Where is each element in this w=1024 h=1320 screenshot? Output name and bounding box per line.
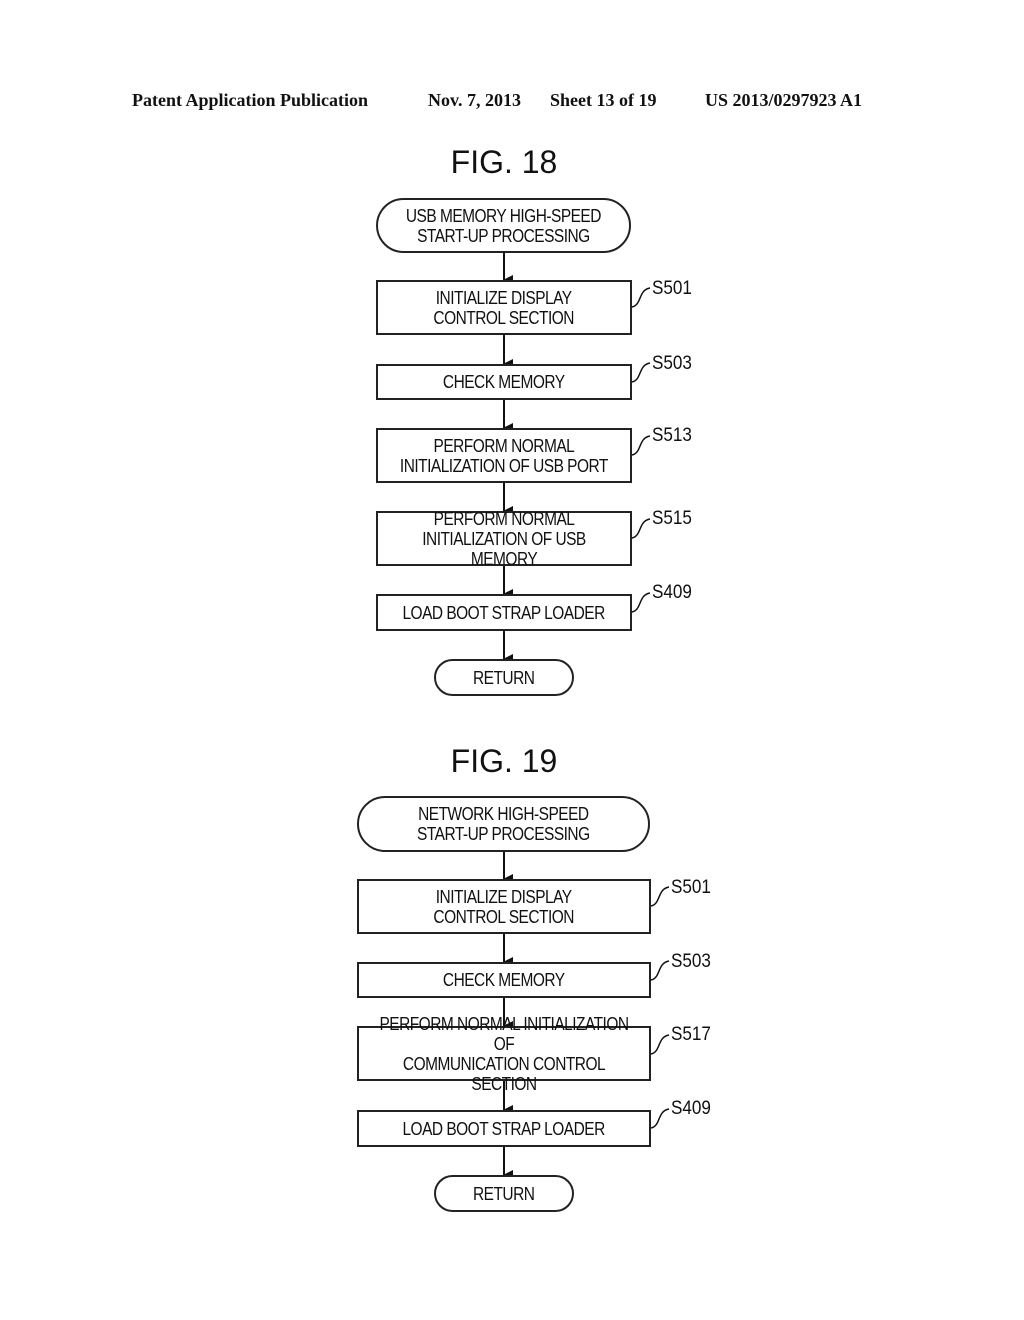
process-step: CHECK MEMORY (376, 364, 632, 400)
leader-line (631, 518, 651, 539)
end-terminal: RETURN (434, 659, 574, 696)
end-terminal: RETURN (434, 1175, 574, 1212)
leader-line (631, 435, 651, 456)
leader-line (650, 1034, 670, 1055)
figure-title: FIG. 19 (450, 743, 558, 779)
process-step: PERFORM NORMAL INITIALIZATION OF COMMUNI… (357, 1014, 651, 1094)
leader-line (650, 960, 670, 981)
step-label: S513 (652, 425, 692, 446)
process-step: LOAD BOOT STRAP LOADER (376, 594, 632, 631)
start-terminal: NETWORK HIGH-SPEED START-UP PROCESSING (357, 796, 650, 852)
step-label: S409 (671, 1098, 711, 1119)
step-label: S501 (671, 877, 711, 898)
process-step: PERFORM NORMAL INITIALIZATION OF USB MEM… (376, 509, 632, 569)
process-step: INITIALIZE DISPLAY CONTROL SECTION (357, 879, 651, 934)
step-label: S409 (652, 582, 692, 603)
step-label: S515 (652, 508, 692, 529)
leader-line (650, 1108, 670, 1129)
step-label: S517 (671, 1024, 711, 1045)
process-step: INITIALIZE DISPLAY CONTROL SECTION (376, 280, 632, 335)
leader-line (650, 886, 670, 907)
figure-title: FIG. 18 (450, 144, 558, 180)
step-label: S503 (652, 353, 692, 374)
step-label: S503 (671, 951, 711, 972)
start-terminal: USB MEMORY HIGH-SPEED START-UP PROCESSIN… (376, 198, 631, 253)
step-label: S501 (652, 278, 692, 299)
process-step: LOAD BOOT STRAP LOADER (357, 1110, 651, 1147)
leader-line (631, 287, 651, 308)
leader-line (631, 592, 651, 613)
process-step: PERFORM NORMAL INITIALIZATION OF USB POR… (376, 428, 632, 483)
process-step: CHECK MEMORY (357, 962, 651, 998)
leader-line (631, 362, 651, 383)
